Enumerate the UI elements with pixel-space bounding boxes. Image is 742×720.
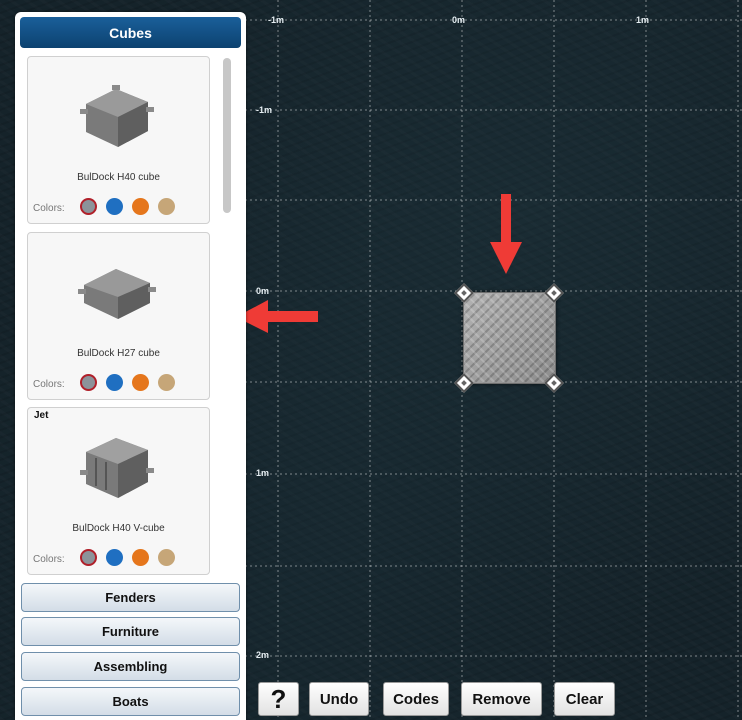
product-card[interactable]: BulDock H40 cube Colors: bbox=[27, 56, 210, 224]
category-button-boats[interactable]: Boats bbox=[21, 687, 240, 716]
color-swatch-blue[interactable] bbox=[106, 198, 123, 215]
product-card[interactable]: BulDock H27 cube Colors: bbox=[27, 232, 210, 400]
x-axis-label: -1m bbox=[268, 15, 285, 25]
category-button-fenders[interactable]: Fenders bbox=[21, 583, 240, 612]
x-axis-label: 0m bbox=[452, 15, 466, 25]
parts-panel: Cubes BulDock H40 cube Colors: BulDock H… bbox=[15, 12, 246, 720]
undo-button[interactable]: Undo bbox=[309, 682, 369, 716]
left-arrow-annotation bbox=[236, 300, 318, 333]
colors-label: Colors: bbox=[33, 203, 65, 214]
product-name: BulDock H40 V-cube bbox=[72, 523, 165, 534]
codes-button[interactable]: Codes bbox=[383, 682, 449, 716]
color-swatch-grey[interactable] bbox=[80, 374, 97, 391]
y-axis-label: 2m bbox=[256, 650, 270, 660]
y-axis-label: -1m bbox=[256, 105, 273, 115]
color-swatch-blue[interactable] bbox=[106, 374, 123, 391]
y-axis-label: 1m bbox=[256, 468, 270, 478]
product-name: BulDock H40 cube bbox=[77, 172, 160, 183]
help-button[interactable]: ? bbox=[258, 682, 299, 716]
cube-product-image bbox=[80, 85, 154, 147]
color-swatch-sand[interactable] bbox=[158, 374, 175, 391]
color-swatch-sand[interactable] bbox=[158, 198, 175, 215]
y-axis-label: 0m bbox=[256, 286, 270, 296]
category-button-assembling[interactable]: Assembling bbox=[21, 652, 240, 681]
x-axis-label: 1m bbox=[636, 15, 650, 25]
down-arrow-annotation bbox=[490, 194, 522, 274]
colors-label: Colors: bbox=[33, 554, 65, 565]
list-scrollbar[interactable] bbox=[223, 58, 231, 213]
color-swatch-orange[interactable] bbox=[132, 549, 149, 566]
product-badge: Jet bbox=[34, 410, 49, 421]
color-swatch-orange[interactable] bbox=[132, 374, 149, 391]
cube-product-image bbox=[78, 269, 156, 319]
v-cube-product-image bbox=[80, 438, 154, 498]
placed-cube[interactable] bbox=[463, 292, 556, 384]
clear-button[interactable]: Clear bbox=[554, 682, 615, 716]
colors-label: Colors: bbox=[33, 379, 65, 390]
product-name: BulDock H27 cube bbox=[77, 348, 160, 359]
remove-button[interactable]: Remove bbox=[461, 682, 542, 716]
color-swatch-blue[interactable] bbox=[106, 549, 123, 566]
product-list[interactable]: BulDock H40 cube Colors: BulDock H27 cub… bbox=[27, 56, 212, 578]
color-swatch-grey[interactable] bbox=[80, 549, 97, 566]
category-button-furniture[interactable]: Furniture bbox=[21, 617, 240, 646]
color-swatch-grey[interactable] bbox=[80, 198, 97, 215]
color-swatch-orange[interactable] bbox=[132, 198, 149, 215]
category-header-cubes[interactable]: Cubes bbox=[20, 17, 241, 48]
product-card[interactable]: Jet BulDock H40 V-cube Colors: bbox=[27, 407, 210, 575]
color-swatch-sand[interactable] bbox=[158, 549, 175, 566]
